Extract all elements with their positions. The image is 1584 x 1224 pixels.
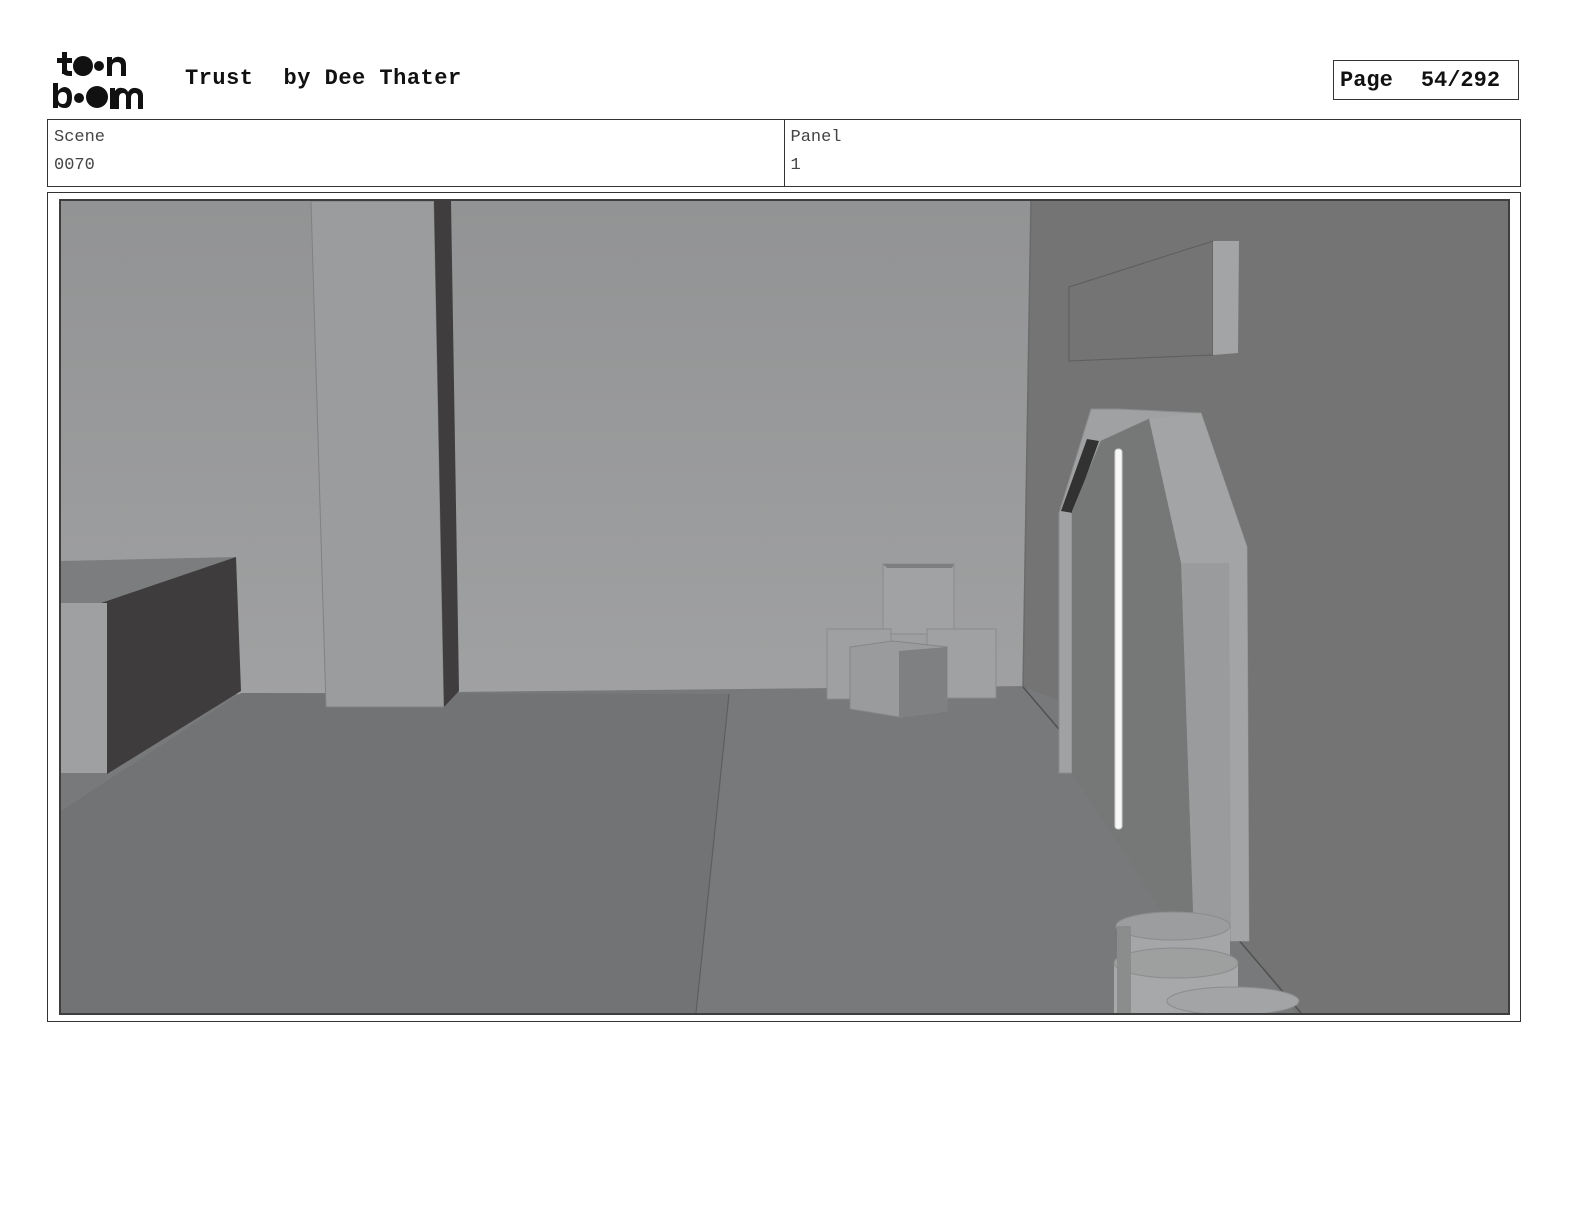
author-text: by Dee Thater — [283, 66, 462, 91]
scene-label: Scene — [54, 128, 106, 147]
panel-cell: Panel 1 — [783, 120, 1521, 186]
page-label: Page — [1340, 67, 1393, 93]
panel-value: 1 — [790, 156, 801, 175]
title-text: Trust — [185, 66, 254, 91]
column — [310, 201, 445, 708]
page-number: 54/292 — [1420, 67, 1501, 93]
storyboard-panel-image — [59, 199, 1510, 1015]
panel-label: Panel — [790, 128, 842, 147]
toonboom-logo — [53, 52, 143, 109]
scene-cell: Scene 0070 — [48, 120, 784, 186]
page-indicator: Page 54/292 — [1333, 60, 1519, 100]
scene-panel-table: Scene 0070 Panel 1 — [47, 119, 1521, 187]
document-title: Trust by Dee Thater — [185, 66, 462, 91]
scene-value: 0070 — [54, 156, 95, 175]
room-render — [61, 201, 1508, 1013]
